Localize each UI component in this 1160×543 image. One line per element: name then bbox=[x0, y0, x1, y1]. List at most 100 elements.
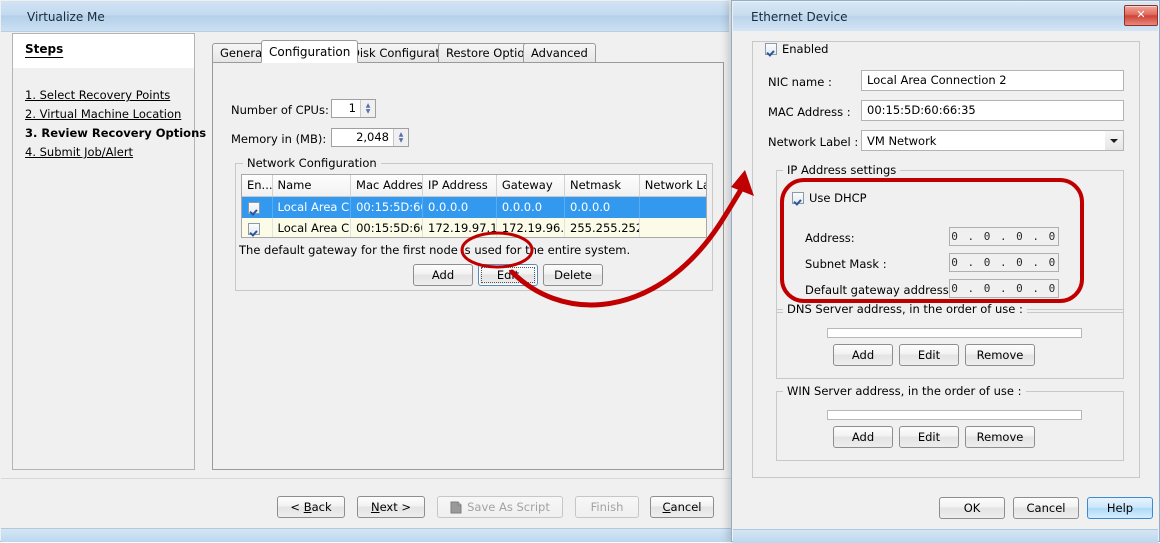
network-configuration-legend: Network Configuration bbox=[243, 156, 381, 170]
table-row[interactable]: Local Area C... 00:15:5D:60... 0.0.0.0 0… bbox=[242, 197, 706, 218]
row-name-cell: Local Area C... bbox=[273, 197, 352, 218]
cpu-stepper[interactable]: 1 ▲ ▼ bbox=[331, 99, 376, 118]
ip-address-label: Address: bbox=[805, 231, 855, 245]
main-window-titlebar[interactable]: Virtualize Me bbox=[1, 1, 729, 32]
use-dhcp-checkbox-row[interactable]: Use DHCP bbox=[792, 191, 867, 205]
column-header-name[interactable]: Name bbox=[272, 175, 352, 196]
ethernet-dialog-titlebar[interactable]: Ethernet Device ✕ bbox=[733, 2, 1158, 32]
row-gateway-cell: 172.19.96.1 bbox=[497, 218, 566, 237]
dns-server-list[interactable] bbox=[827, 328, 1082, 338]
ethernet-dialog-title: Ethernet Device bbox=[751, 10, 848, 24]
row-gateway-cell: 0.0.0.0 bbox=[497, 197, 566, 218]
mac-address-label: MAC Address : bbox=[768, 105, 851, 119]
row-netmask-cell: 255.255.252.0 bbox=[565, 218, 640, 237]
checkbox-use-dhcp[interactable] bbox=[792, 192, 804, 204]
win-add-button[interactable]: Add bbox=[833, 426, 893, 448]
chevron-down-icon[interactable] bbox=[1105, 131, 1123, 150]
win-edit-button[interactable]: Edit bbox=[899, 426, 959, 448]
row-mac-cell: 00:15:5D:60... bbox=[351, 218, 424, 237]
cpu-label: Number of CPUs: bbox=[231, 103, 329, 117]
ethernet-device-dialog: Ethernet Device ✕ Enabled NIC name : Loc… bbox=[731, 0, 1160, 543]
nic-name-label: NIC name : bbox=[768, 75, 832, 89]
row-ip-cell: 172.19.97.169 bbox=[423, 218, 497, 237]
row-netmask-cell: 0.0.0.0 bbox=[565, 197, 640, 218]
tab-panel-configuration: Number of CPUs: 1 ▲ ▼ Memory in (MB): 2,… bbox=[212, 62, 724, 470]
network-label-label: Network Label : bbox=[768, 135, 859, 149]
subnet-mask-input[interactable]: 0 . 0 . 0 . 0 bbox=[949, 253, 1059, 272]
main-window: Virtualize Me Steps 1. Select Recovery P… bbox=[0, 0, 733, 542]
row-network-label-cell bbox=[640, 197, 706, 218]
ip-address-settings-legend: IP Address settings bbox=[783, 163, 901, 177]
dns-server-legend: DNS Server address, in the order of use … bbox=[783, 302, 1027, 316]
memory-label: Memory in (MB): bbox=[231, 132, 327, 146]
enabled-label: Enabled bbox=[782, 42, 829, 56]
cpu-value: 1 bbox=[348, 101, 356, 115]
column-header-gateway[interactable]: Gateway bbox=[496, 175, 565, 196]
row-enabled-cell[interactable] bbox=[242, 218, 273, 237]
subnet-mask-label: Subnet Mask : bbox=[805, 257, 887, 271]
checkbox-row-enabled[interactable] bbox=[248, 201, 260, 214]
delete-network-button[interactable]: Delete bbox=[543, 264, 603, 286]
sidebar-item-submit-job-alert[interactable]: 4. Submit Job/Alert bbox=[25, 145, 133, 159]
mac-address-field[interactable]: 00:15:5D:60:66:35 bbox=[861, 100, 1124, 121]
cancel-button[interactable]: Cancel bbox=[650, 496, 714, 518]
win-remove-button[interactable]: Remove bbox=[965, 426, 1035, 448]
dns-remove-button[interactable]: Remove bbox=[965, 344, 1035, 366]
tab-advanced[interactable]: Advanced bbox=[523, 43, 596, 62]
sidebar-item-virtual-machine-location[interactable]: 2. Virtual Machine Location bbox=[25, 107, 181, 121]
cpu-spinner-buttons[interactable]: ▲ ▼ bbox=[360, 100, 375, 117]
back-button[interactable]: < Back bbox=[277, 496, 345, 518]
row-ip-cell: 0.0.0.0 bbox=[423, 197, 497, 218]
enabled-checkbox-row[interactable]: Enabled bbox=[761, 42, 833, 56]
ok-button[interactable]: OK bbox=[939, 497, 1005, 519]
spin-down-icon[interactable]: ▼ bbox=[399, 137, 404, 144]
column-header-netmask[interactable]: Netmask bbox=[565, 175, 640, 196]
save-as-script-button[interactable]: Save As Script bbox=[437, 496, 563, 518]
default-gateway-input[interactable]: 0 . 0 . 0 . 0 bbox=[949, 279, 1059, 298]
memory-stepper[interactable]: 2,048 ▲ ▼ bbox=[331, 128, 409, 147]
checkbox-row-enabled[interactable] bbox=[248, 222, 260, 235]
dns-edit-button[interactable]: Edit bbox=[899, 344, 959, 366]
win-server-legend: WIN Server address, in the order of use … bbox=[783, 384, 1026, 398]
main-window-title: Virtualize Me bbox=[27, 10, 105, 24]
next-button[interactable]: Next > bbox=[357, 496, 425, 518]
help-button[interactable]: Help bbox=[1087, 497, 1153, 519]
dialog-cancel-button[interactable]: Cancel bbox=[1013, 497, 1079, 519]
checkbox-enabled[interactable] bbox=[765, 43, 777, 55]
memory-spinner-buttons[interactable]: ▲ ▼ bbox=[393, 129, 408, 146]
edit-network-button[interactable]: Edit bbox=[478, 264, 538, 286]
row-name-cell: Local Area C... bbox=[273, 218, 352, 237]
column-header-network-label[interactable]: Network La bbox=[639, 175, 706, 196]
tab-configuration[interactable]: Configuration bbox=[261, 40, 359, 63]
table-row[interactable]: Local Area C... 00:15:5D:60... 172.19.97… bbox=[242, 218, 706, 237]
footer-divider bbox=[1, 478, 731, 479]
close-icon[interactable]: ✕ bbox=[1124, 5, 1158, 26]
steps-panel: Steps 1. Select Recovery Points 2. Virtu… bbox=[12, 33, 206, 470]
nic-name-field[interactable]: Local Area Connection 2 bbox=[861, 70, 1124, 91]
script-icon bbox=[450, 501, 462, 513]
ip-address-input[interactable]: 0 . 0 . 0 . 0 bbox=[949, 227, 1059, 246]
network-label-value: VM Network bbox=[867, 133, 937, 148]
use-dhcp-label: Use DHCP bbox=[809, 191, 867, 205]
save-as-script-label: Save As Script bbox=[467, 500, 550, 514]
sidebar-item-select-recovery-points[interactable]: 1. Select Recovery Points bbox=[25, 88, 170, 102]
win-server-list[interactable] bbox=[827, 410, 1082, 420]
column-header-enabled[interactable]: En... bbox=[242, 175, 273, 196]
main-window-status-strip bbox=[1, 528, 731, 542]
spin-down-icon[interactable]: ▼ bbox=[366, 108, 371, 115]
column-header-mac-address[interactable]: Mac Address bbox=[351, 175, 423, 196]
default-gateway-label: Default gateway address : bbox=[805, 283, 957, 297]
ethernet-dialog-body: Enabled NIC name : Local Area Connection… bbox=[733, 31, 1158, 521]
table-header-row: En... Name Mac Address IP Address Gatewa… bbox=[242, 175, 706, 197]
row-enabled-cell[interactable] bbox=[242, 197, 273, 218]
network-label-dropdown[interactable]: VM Network bbox=[861, 130, 1124, 151]
tab-strip: General Configuration Disk Configuration… bbox=[212, 40, 724, 63]
default-gateway-hint: The default gateway for the first node i… bbox=[239, 243, 631, 257]
network-table[interactable]: En... Name Mac Address IP Address Gatewa… bbox=[241, 174, 707, 238]
finish-button[interactable]: Finish bbox=[575, 496, 639, 518]
tab-area: General Configuration Disk Configuration… bbox=[212, 40, 724, 470]
dns-add-button[interactable]: Add bbox=[833, 344, 893, 366]
add-network-button[interactable]: Add bbox=[413, 264, 473, 286]
column-header-ip-address[interactable]: IP Address bbox=[423, 175, 497, 196]
row-network-label-cell bbox=[640, 218, 706, 237]
